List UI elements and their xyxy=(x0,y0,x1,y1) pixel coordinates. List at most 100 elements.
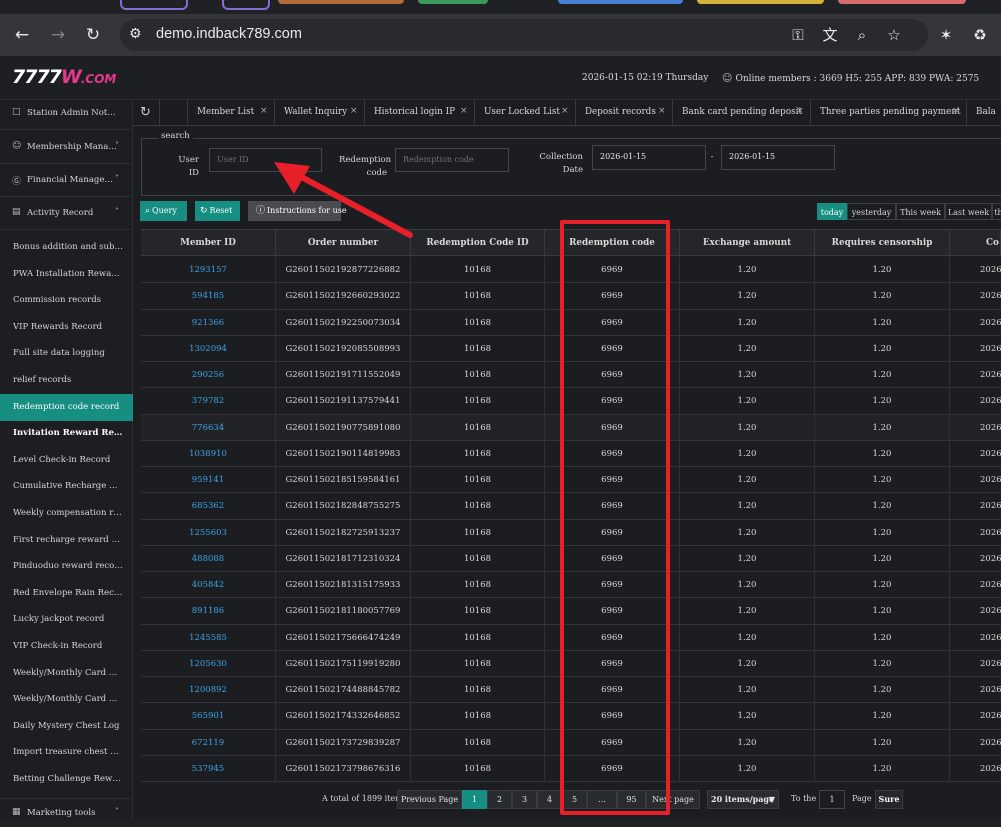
close-icon[interactable]: × xyxy=(561,106,569,116)
sidebar-item-10[interactable]: Weekly compensation rec... xyxy=(0,500,133,527)
member-id-link[interactable]: 1255603 xyxy=(141,519,276,546)
page-tab-0[interactable]: Member List × xyxy=(187,100,274,126)
browser-tab-group[interactable] xyxy=(838,0,966,4)
member-id-link[interactable]: 1245585 xyxy=(141,624,276,651)
sidebar-item-0[interactable]: Bonus addition and subtr... xyxy=(0,234,133,261)
page-button-1[interactable]: 2 xyxy=(487,790,512,809)
browser-tab-group[interactable] xyxy=(418,0,488,4)
sidebar-item-5[interactable]: relief records xyxy=(0,367,133,394)
page-tab-5[interactable]: Bank card pending deposit × xyxy=(672,100,810,126)
browser-tab-group[interactable] xyxy=(278,0,404,4)
sidebar-menu-2[interactable]: Ⓖ Financial Management ˅ xyxy=(0,167,133,194)
close-icon[interactable]: × xyxy=(658,106,666,116)
address-bar[interactable]: ⚙ demo.indback789.com ⚿ 文 ⌕ ☆ xyxy=(120,19,928,51)
reset-button[interactable]: ↻ Reset xyxy=(195,201,240,221)
page-tab-1[interactable]: Wallet Inquiry × xyxy=(274,100,364,126)
sidebar-item-4[interactable]: Full site data logging xyxy=(0,340,133,367)
page-button-2[interactable]: 3 xyxy=(512,790,537,809)
browser-tab-group[interactable] xyxy=(697,0,824,4)
page-tab-3[interactable]: User Locked List × xyxy=(474,100,575,126)
key-icon[interactable]: ⚿ xyxy=(788,25,808,45)
translate-icon[interactable]: 文 xyxy=(820,25,840,45)
sidebar-item-19[interactable]: Import treasure chest clai... xyxy=(0,739,133,766)
page-tab-home[interactable] xyxy=(159,100,187,126)
sidebar-item-16[interactable]: Weekly/Monthly Card Pu... xyxy=(0,660,133,687)
extension-icon[interactable]: ✶ xyxy=(936,25,956,45)
member-id-link[interactable]: 1200892 xyxy=(141,677,276,703)
page-button-0[interactable]: 1 xyxy=(462,790,487,809)
member-id-link[interactable]: 921366 xyxy=(141,309,276,336)
date-tab-2[interactable]: This week xyxy=(896,203,945,220)
refresh-icon[interactable]: ↻ xyxy=(140,105,151,120)
sidebar-item-12[interactable]: Pinduoduo reward records xyxy=(0,553,133,580)
date-tab-0[interactable]: today xyxy=(817,203,847,220)
sidebar-item-11[interactable]: First recharge reward record xyxy=(0,527,133,554)
member-id-link[interactable]: 488088 xyxy=(141,545,276,572)
url-text[interactable]: demo.indback789.com xyxy=(156,26,302,42)
sidebar-menu-0[interactable]: □ Station Admin Notice xyxy=(0,100,133,127)
member-id-link[interactable]: 565901 xyxy=(141,703,276,730)
sidebar-item-13[interactable]: Red Envelope Rain Record xyxy=(0,580,133,607)
reload-icon[interactable]: ↻ xyxy=(83,25,103,45)
page-tab-2[interactable]: Historical login IP × xyxy=(364,100,474,126)
sidebar-item-3[interactable]: VIP Rewards Record xyxy=(0,314,133,341)
sidebar-item-17[interactable]: Weekly/Monthly Card Cl... xyxy=(0,686,133,713)
extensions-puzzle-icon[interactable]: ♻ xyxy=(970,25,990,45)
member-id-link[interactable]: 685362 xyxy=(141,493,276,520)
page-button-3[interactable]: 4 xyxy=(537,790,562,809)
sidebar-item-20[interactable]: Betting Challenge Rewards xyxy=(0,766,133,793)
column-header-2[interactable]: Redemption Code ID xyxy=(411,230,545,256)
member-id-link[interactable]: 672119 xyxy=(141,729,276,756)
member-id-link[interactable]: 1293157 xyxy=(141,257,276,283)
sidebar-item-1[interactable]: PWA Installation Reward ... xyxy=(0,261,133,288)
member-id-link[interactable]: 1038910 xyxy=(141,440,276,467)
sidebar-menu-3[interactable]: ▤ Activity Record ˄ xyxy=(0,200,133,227)
browser-tab[interactable] xyxy=(222,0,270,10)
member-id-link[interactable]: 1205630 xyxy=(141,650,276,677)
goto-page-input[interactable]: 1 xyxy=(819,790,845,809)
member-id-link[interactable]: 594185 xyxy=(141,283,276,310)
sidebar-item-6[interactable]: Redemption code record xyxy=(0,393,133,421)
sidebar-menu-marketing[interactable]: ▦ Marketing tools ˅ xyxy=(0,800,133,827)
date-tab-4[interactable]: th xyxy=(992,203,1001,220)
bookmark-star-icon[interactable]: ☆ xyxy=(884,25,904,45)
date-tab-1[interactable]: yesterday xyxy=(847,203,896,220)
back-arrow-icon[interactable]: ← xyxy=(12,25,32,45)
member-id-link[interactable]: 379782 xyxy=(141,388,276,415)
member-id-link[interactable]: 405842 xyxy=(141,572,276,598)
browser-tab[interactable] xyxy=(120,0,188,10)
sidebar-item-9[interactable]: Cumulative Recharge Re... xyxy=(0,473,133,500)
query-button[interactable]: ⌕ Query xyxy=(140,201,187,221)
page-tab-6[interactable]: Three parties pending payment × xyxy=(810,100,966,126)
member-id-link[interactable]: 290256 xyxy=(141,362,276,388)
close-icon[interactable]: × xyxy=(350,106,358,116)
member-id-link[interactable]: 1302094 xyxy=(141,335,276,362)
sidebar-item-7[interactable]: Invitation Reward Record xyxy=(0,420,133,447)
brand-logo[interactable]: 7777W.COM xyxy=(12,66,116,88)
zoom-icon[interactable]: ⌕ xyxy=(852,25,872,45)
close-icon[interactable]: × xyxy=(460,106,468,116)
sidebar-item-18[interactable]: Daily Mystery Chest Log xyxy=(0,713,133,740)
member-id-link[interactable]: 959141 xyxy=(141,467,276,493)
member-id-link[interactable]: 776634 xyxy=(141,414,276,441)
page-tab-7[interactable]: Bala xyxy=(966,100,1001,126)
forward-arrow-icon[interactable]: → xyxy=(48,25,68,45)
site-settings-icon[interactable]: ⚙ xyxy=(129,26,147,44)
close-icon[interactable]: × xyxy=(952,106,960,116)
date-to-input[interactable]: 2026-01-15 xyxy=(721,145,835,170)
previous-page-button[interactable]: Previous Page xyxy=(397,790,462,809)
column-header-5[interactable]: Requires censorship xyxy=(815,230,950,256)
close-icon[interactable]: × xyxy=(260,106,268,116)
sidebar-menu-1[interactable]: ☺ Membership Manage... ˅ xyxy=(0,134,133,161)
column-header-6[interactable]: Co xyxy=(950,230,1001,256)
close-icon[interactable]: × xyxy=(796,106,804,116)
page-tab-4[interactable]: Deposit records × xyxy=(575,100,672,126)
member-id-link[interactable]: 891186 xyxy=(141,598,276,625)
column-header-0[interactable]: Member ID xyxy=(141,230,276,256)
page-size-select[interactable]: 20 items/page ▼ xyxy=(707,790,779,809)
sidebar-item-14[interactable]: Lucky jackpot record xyxy=(0,606,133,633)
goto-sure-button[interactable]: Sure xyxy=(875,790,903,809)
sidebar-item-8[interactable]: Level Check-in Record xyxy=(0,447,133,474)
column-header-4[interactable]: Exchange amount xyxy=(680,230,815,256)
date-from-input[interactable]: 2026-01-15 xyxy=(592,145,706,170)
